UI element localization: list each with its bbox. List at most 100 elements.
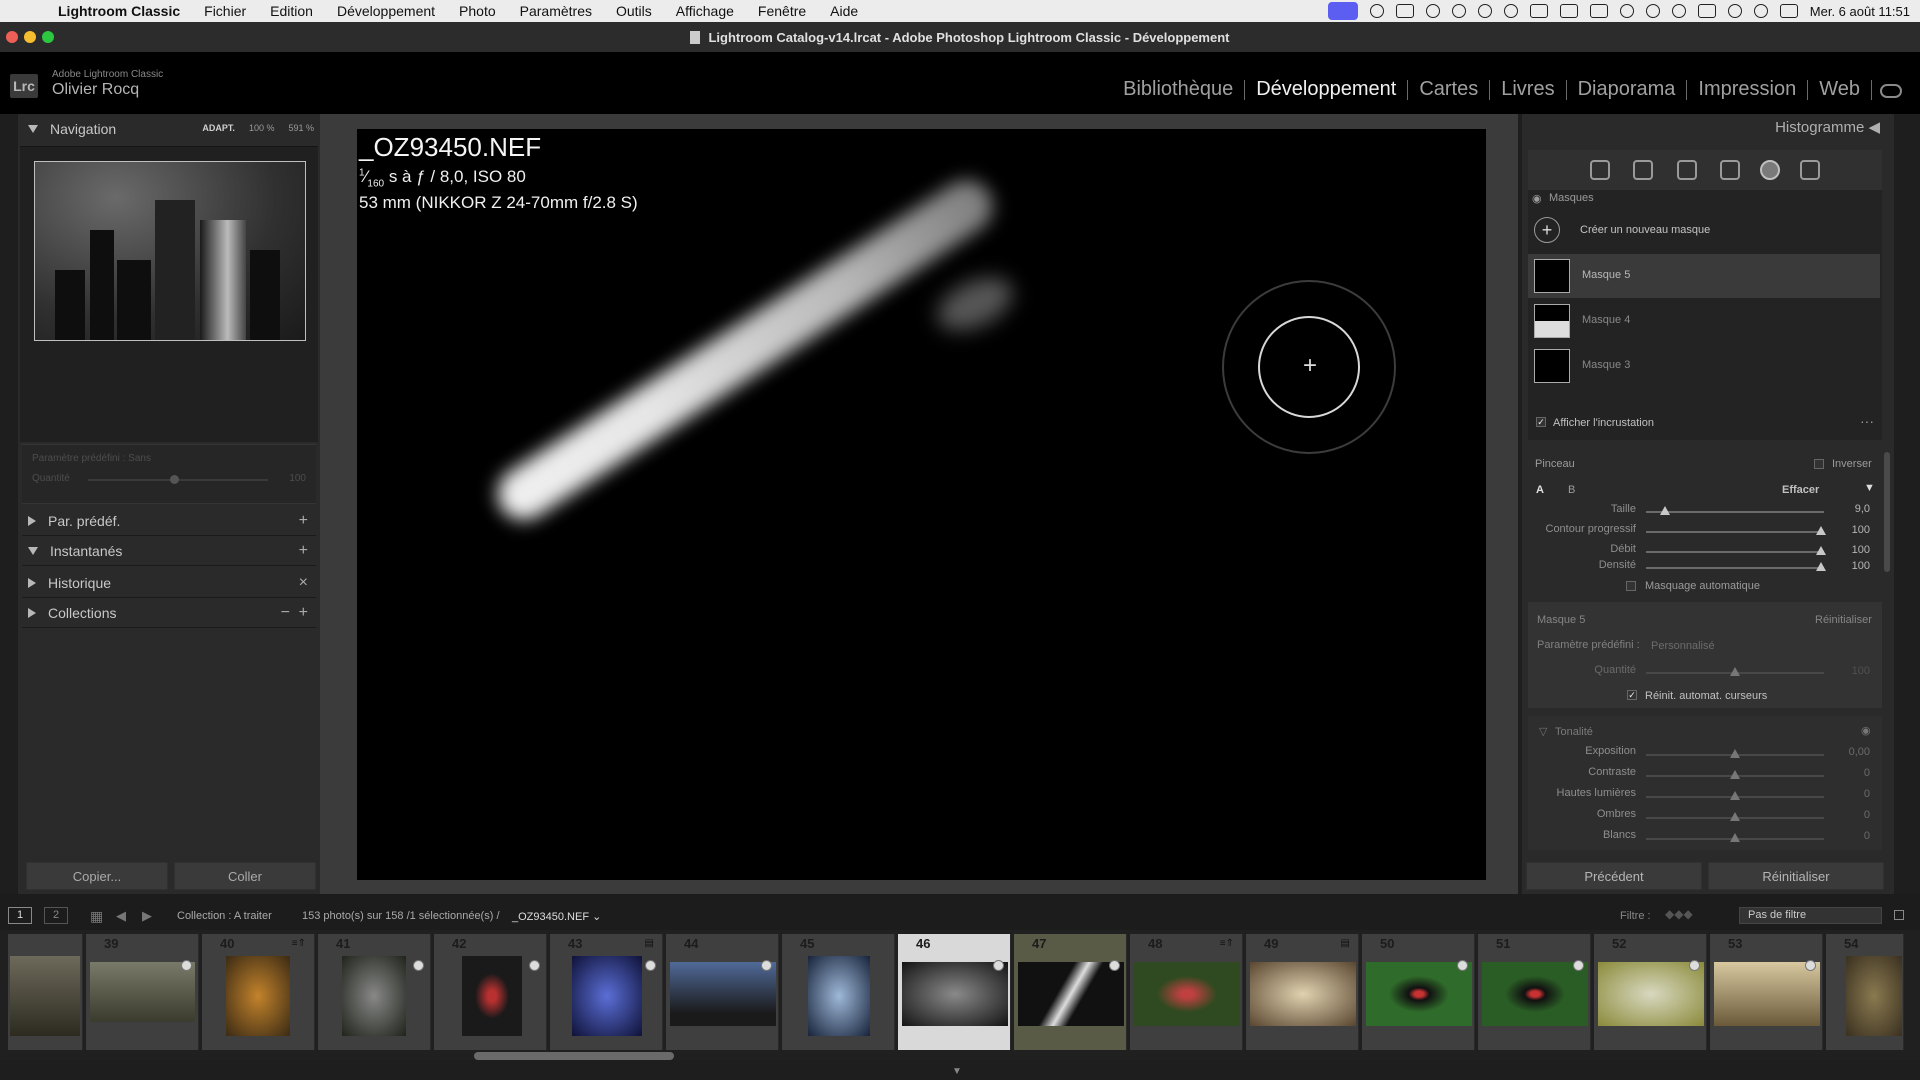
cloud-sync-icon[interactable] (1880, 84, 1902, 98)
whites-slider[interactable] (1646, 833, 1824, 842)
menu-app[interactable]: Lightroom Classic (46, 3, 192, 19)
panel-presets[interactable]: Par. prédéf. + (18, 506, 320, 536)
flow-value[interactable]: 100 (1830, 544, 1870, 556)
zoom-100[interactable]: 100 % (249, 123, 275, 133)
tone-collapse-icon[interactable]: ▽ (1539, 725, 1547, 738)
film-cell[interactable]: 48 ≡⇑ (1130, 934, 1243, 1050)
play-icon[interactable] (1645, 4, 1660, 18)
forward-arrow-icon[interactable]: ▶ (142, 908, 152, 924)
right-panel-scrollbar[interactable] (1884, 452, 1890, 572)
film-cell[interactable]: 45 (782, 934, 895, 1050)
menu-fichier[interactable]: Fichier (192, 3, 258, 19)
add-preset-icon[interactable]: + (299, 512, 308, 530)
create-mask-row[interactable]: + Créer un nouveau masque (1528, 210, 1880, 250)
close-button[interactable] (6, 31, 18, 43)
module-developpement[interactable]: Développement (1245, 78, 1407, 101)
mask-reset-link[interactable]: Réinitialiser (1815, 614, 1872, 626)
clear-history-icon[interactable]: × (299, 574, 308, 592)
minimize-button[interactable] (24, 31, 36, 43)
mask-item[interactable]: Masque 4 (1528, 299, 1880, 343)
back-arrow-icon[interactable]: ◀ (116, 908, 126, 924)
zoom-button[interactable] (42, 31, 54, 43)
film-cell[interactable]: 47 (1014, 934, 1127, 1050)
navigation-header[interactable]: Navigation ADAPT. 100 % 591 % (18, 114, 320, 144)
edit-sliders-icon[interactable] (1590, 160, 1610, 180)
invert-checkbox[interactable] (1814, 459, 1824, 469)
brush-b-tab[interactable]: B (1568, 484, 1575, 496)
search-icon[interactable] (1753, 4, 1768, 18)
size-slider[interactable] (1646, 506, 1824, 515)
film-cell[interactable]: 49 ▤ (1246, 934, 1359, 1050)
add-mask-icon[interactable]: + (1534, 217, 1560, 243)
dropdown-arrow-icon[interactable]: ▼ (1864, 482, 1875, 494)
source-label[interactable]: Collection : A traiter (177, 910, 272, 922)
flow-slider[interactable] (1646, 546, 1826, 555)
exposure-value[interactable]: 0,00 (1830, 746, 1870, 758)
eye-icon[interactable]: ◉ (1532, 192, 1542, 205)
slider-knob[interactable] (1730, 833, 1740, 842)
film-cell[interactable]: 43 ▤ (550, 934, 663, 1050)
heal-icon[interactable] (1677, 160, 1697, 180)
premiere-icon[interactable] (1529, 4, 1548, 18)
battery-icon[interactable] (1697, 4, 1716, 18)
previous-button[interactable]: Précédent (1526, 862, 1702, 890)
module-bibliotheque[interactable]: Bibliothèque (1112, 78, 1244, 101)
sync-settings-icon[interactable] (1800, 160, 1820, 180)
auto-reset-checkbox[interactable]: ✓ (1627, 690, 1637, 700)
paste-settings-button[interactable]: Coller (174, 862, 316, 890)
film-cell[interactable]: 50 (1362, 934, 1475, 1050)
menu-fenetre[interactable]: Fenêtre (746, 3, 818, 19)
amount-value[interactable]: 100 (1830, 665, 1870, 677)
add-snapshot-icon[interactable]: + (299, 542, 308, 560)
density-slider[interactable] (1646, 562, 1826, 571)
creative-cloud-menu-icon[interactable] (1477, 4, 1492, 18)
menu-outils[interactable]: Outils (604, 3, 664, 19)
show-filmstrip-arrow-icon[interactable]: ▼ (952, 1066, 962, 1077)
film-cell[interactable]: 44 (666, 934, 779, 1050)
masking-icon[interactable] (1760, 160, 1780, 180)
brush-a-tab[interactable]: A (1536, 484, 1544, 496)
more-options-icon[interactable]: ··· (1860, 413, 1874, 429)
slider-knob[interactable] (1730, 667, 1740, 676)
panel-snapshots[interactable]: Instantanés + (18, 536, 320, 566)
tone-visibility-icon[interactable]: ◉ (1861, 724, 1871, 737)
creative-cloud-icon[interactable] (1369, 4, 1384, 18)
clipboard-icon[interactable] (1589, 4, 1608, 18)
navigator-thumbnail[interactable] (34, 161, 306, 341)
contrast-slider[interactable] (1646, 770, 1824, 779)
camera-icon[interactable] (1395, 4, 1414, 18)
film-cell[interactable]: 39 (86, 934, 199, 1050)
clock[interactable]: Mer. 6 août 11:51 (1810, 4, 1910, 19)
crop-icon[interactable] (1633, 160, 1653, 180)
slider-knob[interactable] (1816, 546, 1826, 555)
contrast-value[interactable]: 0 (1830, 767, 1870, 779)
exposure-slider[interactable] (1646, 749, 1824, 758)
menu-photo[interactable]: Photo (447, 3, 508, 19)
filter-lock-icon[interactable] (1894, 910, 1904, 920)
main-window-button[interactable]: 1 (8, 907, 32, 924)
slider-knob[interactable] (1816, 526, 1826, 535)
menu-affichage[interactable]: Affichage (664, 3, 746, 19)
film-cell[interactable]: 51 (1478, 934, 1591, 1050)
module-diaporama[interactable]: Diaporama (1567, 78, 1687, 101)
whites-value[interactable]: 0 (1830, 830, 1870, 842)
module-cartes[interactable]: Cartes (1408, 78, 1489, 101)
erase-tab[interactable]: Effacer (1782, 484, 1819, 496)
module-web[interactable]: Web (1808, 78, 1871, 101)
highlights-slider[interactable] (1646, 791, 1824, 800)
highlights-value[interactable]: 0 (1830, 788, 1870, 800)
feather-value[interactable]: 100 (1830, 524, 1870, 536)
menu-edition[interactable]: Edition (258, 3, 325, 19)
amount-slider[interactable] (1646, 667, 1824, 676)
screen-share-icon[interactable] (1327, 2, 1358, 20)
film-cell[interactable]: 52 (1594, 934, 1707, 1050)
remove-collection-icon[interactable]: − (281, 604, 290, 622)
density-value[interactable]: 100 (1830, 560, 1870, 572)
module-impression[interactable]: Impression (1687, 78, 1807, 101)
menu-aide[interactable]: Aide (818, 3, 870, 19)
film-cell-selected[interactable]: 46 (898, 934, 1011, 1050)
reset-button[interactable]: Réinitialiser (1708, 862, 1884, 890)
zoom-fit[interactable]: ADAPT. (202, 123, 235, 133)
menu-parametres[interactable]: Paramètres (508, 3, 604, 19)
red-eye-icon[interactable] (1720, 160, 1740, 180)
